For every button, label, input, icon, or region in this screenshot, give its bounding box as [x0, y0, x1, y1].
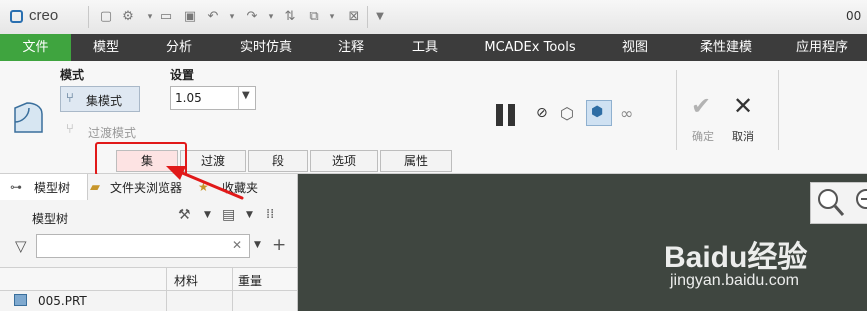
- ribbon-separator: [778, 70, 779, 150]
- zoom-in-icon[interactable]: [815, 186, 845, 218]
- gear-icon[interactable]: ⚙: [120, 9, 136, 25]
- mode-label: 模式: [60, 68, 85, 82]
- cancel-button[interactable]: 取消: [732, 128, 754, 144]
- chevron-down-icon[interactable]: ▾: [224, 9, 240, 25]
- set-mode-icon: ⑂: [66, 91, 74, 106]
- undo-icon[interactable]: ↶: [205, 9, 221, 25]
- menu-model[interactable]: 模型: [71, 34, 141, 61]
- menu-annotate[interactable]: 注释: [318, 34, 384, 61]
- close-icon: ✕: [733, 92, 754, 120]
- chevron-down-icon[interactable]: ▼: [204, 210, 211, 220]
- stop-icon[interactable]: ⊘: [536, 105, 548, 121]
- model-tree-icon: ⊶: [10, 180, 22, 194]
- menu-tools[interactable]: 工具: [392, 34, 458, 61]
- ok-button[interactable]: 确定: [692, 128, 714, 144]
- regenerate-icon[interactable]: ⇅: [282, 9, 298, 25]
- tree-item-root[interactable]: 005.PRT: [38, 294, 87, 308]
- folder-icon: ▰: [90, 180, 100, 195]
- tab-transitions[interactable]: 过渡: [180, 150, 246, 172]
- part-icon: [14, 294, 27, 306]
- watermark-url: jingyan.baidu.com: [670, 272, 799, 289]
- customize-toolbar-icon[interactable]: ▼: [372, 9, 388, 25]
- chevron-down-icon[interactable]: ▼: [254, 240, 261, 250]
- column-divider: [166, 267, 167, 311]
- annotation-highlight-box: [95, 142, 187, 176]
- add-icon[interactable]: +: [272, 235, 286, 255]
- transition-mode-icon: ⑂: [66, 122, 74, 137]
- creo-logo-icon: [10, 10, 23, 23]
- tab-model-tree-label: 模型树: [34, 181, 71, 195]
- glasses-icon[interactable]: ∞: [620, 104, 633, 123]
- menu-view[interactable]: 视图: [602, 34, 668, 61]
- menu-applications[interactable]: 应用程序: [782, 34, 862, 61]
- settings-value: 1.05: [175, 91, 202, 105]
- menu-mcadex-tools[interactable]: MCADEx Tools: [468, 34, 592, 61]
- toolbar-separator: [88, 6, 89, 28]
- set-mode-label: 集模式: [86, 94, 123, 108]
- ribbon-separator: [676, 70, 677, 150]
- pause-icon[interactable]: [496, 104, 503, 126]
- close-window-icon[interactable]: ⊠: [346, 9, 362, 25]
- chevron-down-icon[interactable]: ▾: [263, 9, 279, 25]
- tab-folder-browser[interactable]: 文件夹浏览器: [110, 176, 182, 200]
- tab-properties[interactable]: 属性: [380, 150, 452, 172]
- open-folder-icon[interactable]: ▭: [158, 9, 174, 25]
- pause-icon-bar: [508, 104, 515, 126]
- clear-icon[interactable]: ✕: [232, 238, 242, 252]
- transition-mode-button[interactable]: 过渡模式: [88, 124, 136, 141]
- chevron-down-icon[interactable]: ▼: [246, 210, 253, 220]
- redo-icon[interactable]: ↷: [244, 9, 260, 25]
- window-title: 00: [846, 9, 862, 23]
- toolbar-separator: [367, 6, 368, 28]
- new-file-icon[interactable]: ▢: [98, 9, 114, 25]
- windows-icon[interactable]: ⧉: [306, 9, 322, 25]
- settings-tools-icon[interactable]: ⚒: [178, 207, 191, 223]
- favorites-icon: ★: [198, 180, 209, 194]
- tab-favorites[interactable]: 收藏夹: [222, 176, 258, 200]
- save-icon[interactable]: ▣: [182, 9, 198, 25]
- menu-flexible-modeling[interactable]: 柔性建模: [680, 34, 772, 61]
- search-input[interactable]: [36, 234, 250, 258]
- show-icon[interactable]: ▤: [222, 207, 235, 223]
- chevron-down-icon: ▼: [242, 90, 250, 101]
- menu-analysis[interactable]: 分析: [143, 34, 215, 61]
- chevron-down-icon[interactable]: ▾: [324, 9, 340, 25]
- tab-pieces[interactable]: 段: [248, 150, 308, 172]
- column-divider: [232, 267, 233, 311]
- menu-file[interactable]: 文件: [0, 34, 71, 61]
- model-tree-label: 模型树: [32, 212, 69, 226]
- column-weight[interactable]: 重量: [238, 272, 262, 289]
- zoom-out-icon[interactable]: [852, 186, 867, 218]
- app-logo: creo: [29, 7, 59, 24]
- watermark-brand: Baidu经验: [664, 241, 808, 274]
- round-feature-icon: [14, 102, 43, 133]
- chevron-down-icon[interactable]: ▾: [142, 9, 158, 25]
- columns-icon[interactable]: ⁞⁞: [266, 207, 274, 222]
- filter-icon[interactable]: ▽: [15, 237, 27, 255]
- preview-icon[interactable]: ⬡: [560, 104, 574, 123]
- checkmark-icon: ✔: [691, 92, 712, 120]
- settings-label: 设置: [170, 68, 195, 82]
- menu-live-simulation[interactable]: 实时仿真: [222, 34, 310, 61]
- verify-mode-icon: ⬢: [591, 104, 604, 120]
- tab-options[interactable]: 选项: [310, 150, 378, 172]
- select-divider: [238, 87, 239, 109]
- column-material[interactable]: 材料: [174, 272, 198, 289]
